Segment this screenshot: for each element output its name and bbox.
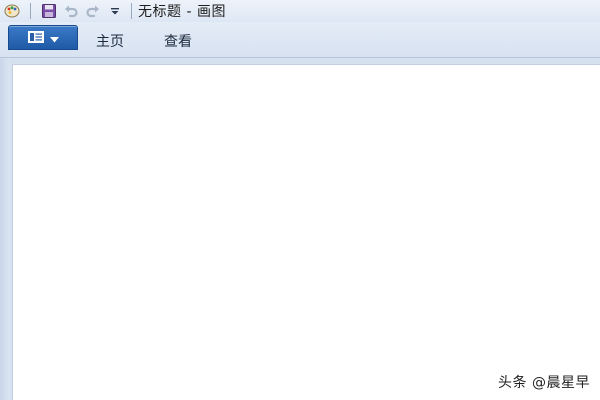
customize-dropdown-icon[interactable]	[105, 1, 125, 21]
chevron-down-icon	[49, 28, 59, 47]
ribbon-tab-strip: 主页 查看	[0, 22, 600, 58]
undo-icon[interactable]	[61, 1, 81, 21]
tab-home[interactable]: 主页	[96, 31, 124, 51]
left-scroll-rail	[0, 58, 10, 400]
watermark: 头条 @晨星早	[498, 375, 590, 391]
drawing-canvas[interactable]	[12, 64, 600, 400]
window-title: 无标题 - 画图	[138, 4, 226, 20]
workspace	[0, 58, 600, 400]
save-icon[interactable]	[39, 1, 59, 21]
tab-view[interactable]: 查看	[164, 31, 192, 51]
app-menu-button[interactable]	[8, 25, 78, 50]
toolbar-separator	[30, 3, 31, 19]
paint-menu-icon	[27, 28, 44, 47]
title-separator	[131, 3, 132, 19]
redo-icon[interactable]	[83, 1, 103, 21]
paint-app-icon[interactable]	[2, 1, 22, 21]
title-bar: 无标题 - 画图	[0, 0, 600, 22]
